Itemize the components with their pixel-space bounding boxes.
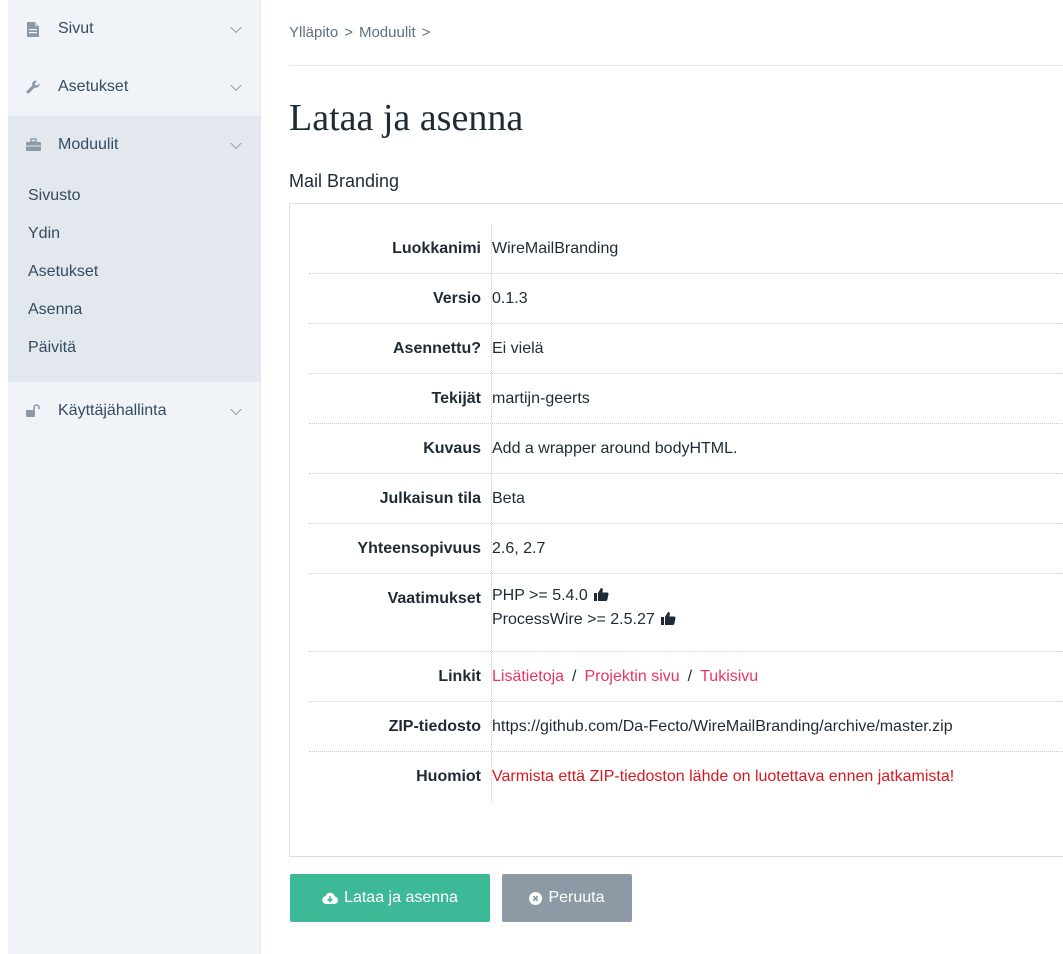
chevron-down-icon bbox=[230, 403, 242, 416]
submenu-item-site[interactable]: Sivusto bbox=[8, 178, 260, 216]
info-label: Kuvaus bbox=[423, 440, 481, 457]
sidebar-item-access[interactable]: Käyttäjähallinta bbox=[8, 382, 260, 440]
info-row-notes: Huomiot Varmista että ZIP-tiedoston lähd… bbox=[309, 752, 1063, 802]
sidebar-item-label: Asetukset bbox=[58, 78, 129, 95]
times-circle-icon bbox=[529, 891, 543, 905]
chevron-down-icon bbox=[230, 21, 242, 34]
info-value: 2.6, 2.7 bbox=[492, 540, 546, 557]
info-label: Vaatimukset bbox=[387, 590, 481, 607]
info-value: https://github.com/Da-Fecto/WireMailBran… bbox=[492, 718, 953, 735]
breadcrumb: Ylläpito > Moduulit > bbox=[289, 0, 1063, 66]
info-label: Yhteensopivuus bbox=[357, 540, 481, 557]
info-row-release-state: Julkaisun tila Beta bbox=[309, 474, 1063, 524]
info-value: Lisätietoja / Projektin sivu / Tukisivu bbox=[492, 668, 759, 685]
requirement-processwire: ProcessWire >= 2.5.27 bbox=[492, 611, 655, 628]
module-name: Mail Branding bbox=[289, 171, 400, 191]
info-row-zip: ZIP-tiedosto https://github.com/Da-Fecto… bbox=[309, 702, 1063, 752]
submenu-item-install[interactable]: Asenna bbox=[8, 292, 260, 330]
submenu-item-core[interactable]: Ydin bbox=[8, 216, 260, 254]
info-label: Asennettu? bbox=[393, 340, 481, 357]
sidebar-item-settings[interactable]: Asetukset bbox=[8, 58, 260, 116]
sidebar-item-label: Sivut bbox=[58, 20, 94, 37]
sidebar: Sivut Asetukset Moduulit Sivusto Ydin As… bbox=[8, 0, 261, 954]
info-value: Beta bbox=[492, 490, 525, 507]
info-row-installed: Asennettu? Ei vielä bbox=[309, 324, 1063, 374]
requirement-php: PHP >= 5.4.0 bbox=[492, 587, 588, 604]
submenu-item-updates[interactable]: Päivitä bbox=[8, 330, 260, 368]
info-label: Versio bbox=[432, 290, 481, 307]
link-support[interactable]: Tukisivu bbox=[700, 668, 758, 685]
wrench-icon bbox=[26, 80, 40, 94]
info-row-authors: Tekijät martijn-geerts bbox=[309, 374, 1063, 424]
cancel-button-label: Peruuta bbox=[548, 889, 605, 906]
info-row-links: Linkit Lisätietoja / Projektin sivu / Tukisi… bbox=[309, 652, 1063, 702]
info-row-requirements: Vaatimukset PHP >= 5.4.0 ProcessWire >= … bbox=[309, 574, 1063, 652]
module-info-panel: Luokkanimi WireMailBranding Versio 0.1.3… bbox=[289, 203, 1063, 857]
breadcrumb-admin[interactable]: Ylläpito bbox=[289, 24, 338, 41]
chevron-down-icon bbox=[230, 137, 242, 150]
unlock-icon bbox=[26, 404, 40, 418]
info-label: Huomiot bbox=[416, 768, 481, 785]
breadcrumb-modules[interactable]: Moduulit bbox=[359, 24, 416, 41]
info-label: ZIP-tiedosto bbox=[388, 718, 481, 735]
info-value: 0.1.3 bbox=[492, 290, 528, 307]
chevron-down-icon bbox=[230, 79, 242, 92]
info-value: Add a wrapper around bodyHTML. bbox=[492, 440, 738, 457]
info-row-description: Kuvaus Add a wrapper around bodyHTML. bbox=[309, 424, 1063, 474]
file-icon bbox=[26, 22, 40, 37]
info-value: martijn-geerts bbox=[492, 390, 590, 407]
warning-text: Varmista että ZIP-tiedoston lähde on luo… bbox=[492, 768, 955, 785]
sidebar-item-label: Moduulit bbox=[58, 136, 119, 153]
breadcrumb-separator: > bbox=[344, 24, 353, 41]
info-row-compatibility: Yhteensopivuus 2.6, 2.7 bbox=[309, 524, 1063, 574]
install-button[interactable]: Lataa ja asenna bbox=[290, 874, 490, 922]
modules-submenu: Sivusto Ydin Asetukset Asenna Päivitä bbox=[8, 174, 260, 368]
breadcrumb-separator: > bbox=[421, 24, 431, 41]
link-project-page[interactable]: Projektin sivu bbox=[585, 668, 680, 685]
info-row-class: Luokkanimi WireMailBranding bbox=[309, 224, 1063, 274]
cancel-button[interactable]: Peruuta bbox=[502, 874, 632, 922]
submenu-item-configure[interactable]: Asetukset bbox=[8, 254, 260, 292]
briefcase-icon bbox=[26, 138, 41, 152]
sidebar-item-modules[interactable]: Moduulit bbox=[8, 116, 260, 174]
link-more-info[interactable]: Lisätietoja bbox=[492, 668, 564, 685]
info-label: Linkit bbox=[438, 668, 481, 685]
cloud-download-icon bbox=[322, 892, 339, 904]
page-title: Lataa ja asenna bbox=[289, 97, 524, 139]
info-label: Tekijät bbox=[431, 390, 482, 407]
sidebar-item-pages[interactable]: Sivut bbox=[8, 0, 260, 58]
info-label: Julkaisun tila bbox=[379, 490, 481, 507]
info-label: Luokkanimi bbox=[392, 240, 481, 257]
sidebar-item-label: Käyttäjähallinta bbox=[58, 402, 167, 419]
info-row-version: Versio 0.1.3 bbox=[309, 274, 1063, 324]
info-value: WireMailBranding bbox=[492, 240, 619, 257]
sidebar-modules-section: Moduulit Sivusto Ydin Asetukset Asenna P… bbox=[8, 116, 260, 382]
thumbs-up-icon bbox=[593, 588, 609, 601]
info-value: PHP >= 5.4.0 ProcessWire >= 2.5.27 bbox=[492, 584, 676, 632]
install-button-label: Lataa ja asenna bbox=[344, 889, 458, 906]
thumbs-up-icon bbox=[660, 612, 676, 625]
info-value: Ei vielä bbox=[492, 340, 544, 357]
